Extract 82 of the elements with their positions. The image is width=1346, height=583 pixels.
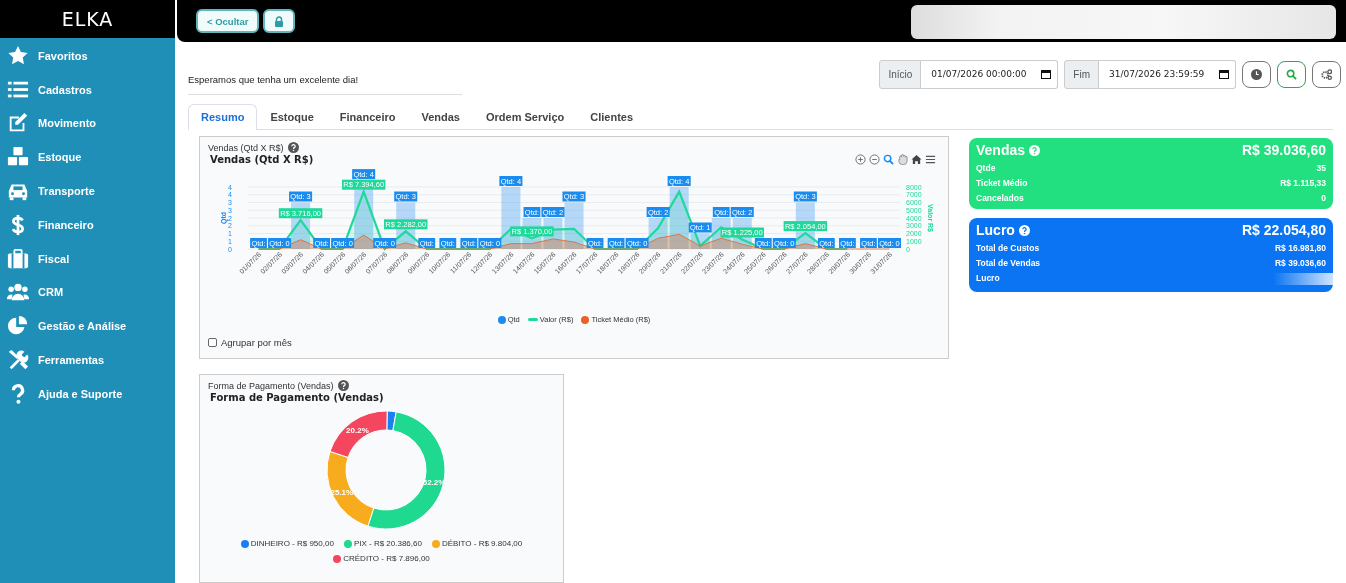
help-icon — [1029, 144, 1041, 156]
menu-icon — [925, 153, 936, 165]
sidebar-item[interactable]: Gestão e Análise — [0, 309, 175, 344]
checkbox-label: Agrupar por mês — [221, 337, 292, 348]
help-icon — [1018, 224, 1030, 236]
card-title: Lucro — [976, 222, 1015, 238]
lock-button[interactable] — [263, 9, 296, 33]
search-icon — [1286, 68, 1297, 80]
tab[interactable]: Resumo — [188, 104, 258, 130]
sidebar-item[interactable]: Cadastros — [0, 72, 175, 107]
zoom-out-icon — [869, 153, 880, 165]
sidebar-item[interactable]: Fiscal — [0, 241, 175, 276]
legend-line — [527, 318, 538, 321]
sidebar-item[interactable]: Ferramentas — [0, 343, 175, 377]
legend-dot — [431, 539, 440, 548]
star-icon — [6, 44, 30, 67]
brand-logo: ELKA — [61, 8, 114, 30]
sidebar-item[interactable]: Favoritos — [0, 39, 175, 73]
legend-label: CRÉDITO - R$ 7.896,00 — [343, 554, 430, 563]
legend-dot — [240, 539, 249, 548]
help-icon — [337, 380, 349, 391]
blurred-value — [1273, 273, 1333, 285]
chart-title: Forma de Pagamento (Vendas) — [210, 392, 385, 403]
home-icon — [911, 153, 922, 165]
tab[interactable]: Financeiro — [326, 104, 409, 130]
sidebar-item[interactable]: CRM — [0, 275, 175, 310]
card-total: R$ 22.054,80 — [1241, 222, 1326, 238]
stat-value: R$ 16.981,80 — [1274, 243, 1326, 253]
sidebar-item[interactable]: Transporte — [0, 174, 175, 208]
zoom-in-icon — [855, 153, 866, 165]
legend-label: PIX - R$ 20.386,60 — [353, 539, 422, 548]
stat-label: Cancelados — [976, 193, 1024, 203]
field-label: Início — [879, 59, 922, 89]
sidebar-item[interactable]: Estoque — [0, 140, 175, 175]
field-label: Fim — [1064, 59, 1099, 89]
date-input[interactable]: 01/07/2026 00:00:00 — [929, 68, 1036, 80]
chart-title: Vendas (Qtd X R$) — [210, 154, 314, 165]
tab[interactable]: Ordem Serviço — [472, 104, 578, 130]
legend-dot — [343, 539, 352, 548]
legend-label: DÉBITO - R$ 9.804,00 — [441, 539, 523, 548]
hand-icon — [897, 153, 908, 165]
lock-icon — [274, 15, 285, 27]
calendar-icon — [1219, 69, 1229, 79]
sidebar-item[interactable]: Financeiro — [0, 208, 175, 242]
stat-value: R$ 39.036,60 — [1274, 258, 1326, 268]
legend-dot — [497, 315, 506, 324]
sidebar-item[interactable]: Ajuda e Suporte — [0, 376, 175, 411]
tab[interactable]: Estoque — [257, 104, 327, 130]
legend-label: DINHEIRO - R$ 950,00 — [250, 539, 334, 548]
search-icon — [883, 153, 894, 165]
legend-dot — [333, 554, 342, 563]
greeting-text: Esperamos que tenha um excelente dia! — [188, 74, 359, 85]
stat-value: 35 — [1316, 163, 1326, 173]
slice-label: 20.2% — [346, 425, 369, 435]
stat-label: Qtde — [976, 163, 996, 173]
stat-value: 0 — [1321, 193, 1326, 203]
help-icon — [287, 142, 299, 153]
tab[interactable]: Vendas — [408, 104, 473, 130]
card-heading: Vendas (Qtd X R$) — [208, 142, 284, 153]
search-button[interactable] — [1277, 60, 1306, 88]
suitcase-icon — [6, 247, 30, 270]
hide-button[interactable]: < Ocultar — [196, 9, 260, 33]
stat-label: Ticket Médio — [976, 178, 1028, 188]
calendar-icon — [1041, 69, 1052, 79]
clock-button[interactable] — [1242, 60, 1271, 88]
date-field[interactable]: 31/07/2026 23:59:59 — [1099, 59, 1236, 89]
stat-value: R$ 1.115,33 — [1280, 178, 1326, 188]
card-title: Vendas — [976, 142, 1026, 158]
stat-label: Total de Custos — [976, 243, 1040, 253]
sidebar-item[interactable]: Movimento — [0, 106, 175, 141]
date-input[interactable]: 31/07/2026 23:59:59 — [1107, 68, 1213, 80]
settings-button[interactable] — [1312, 60, 1341, 88]
card-total: R$ 39.036,60 — [1241, 142, 1326, 158]
tab[interactable]: Clientes — [577, 104, 647, 130]
stat-label: Lucro — [976, 273, 1000, 285]
tools-icon — [6, 349, 30, 372]
checkbox[interactable] — [208, 338, 217, 347]
legend-dot — [581, 315, 590, 324]
clock-icon — [1251, 68, 1262, 80]
stat-label: Total de Vendas — [976, 258, 1041, 268]
date-field[interactable]: 01/07/2026 00:00:00 — [921, 59, 1059, 89]
card-heading: Forma de Pagamento (Vendas) — [208, 380, 334, 391]
